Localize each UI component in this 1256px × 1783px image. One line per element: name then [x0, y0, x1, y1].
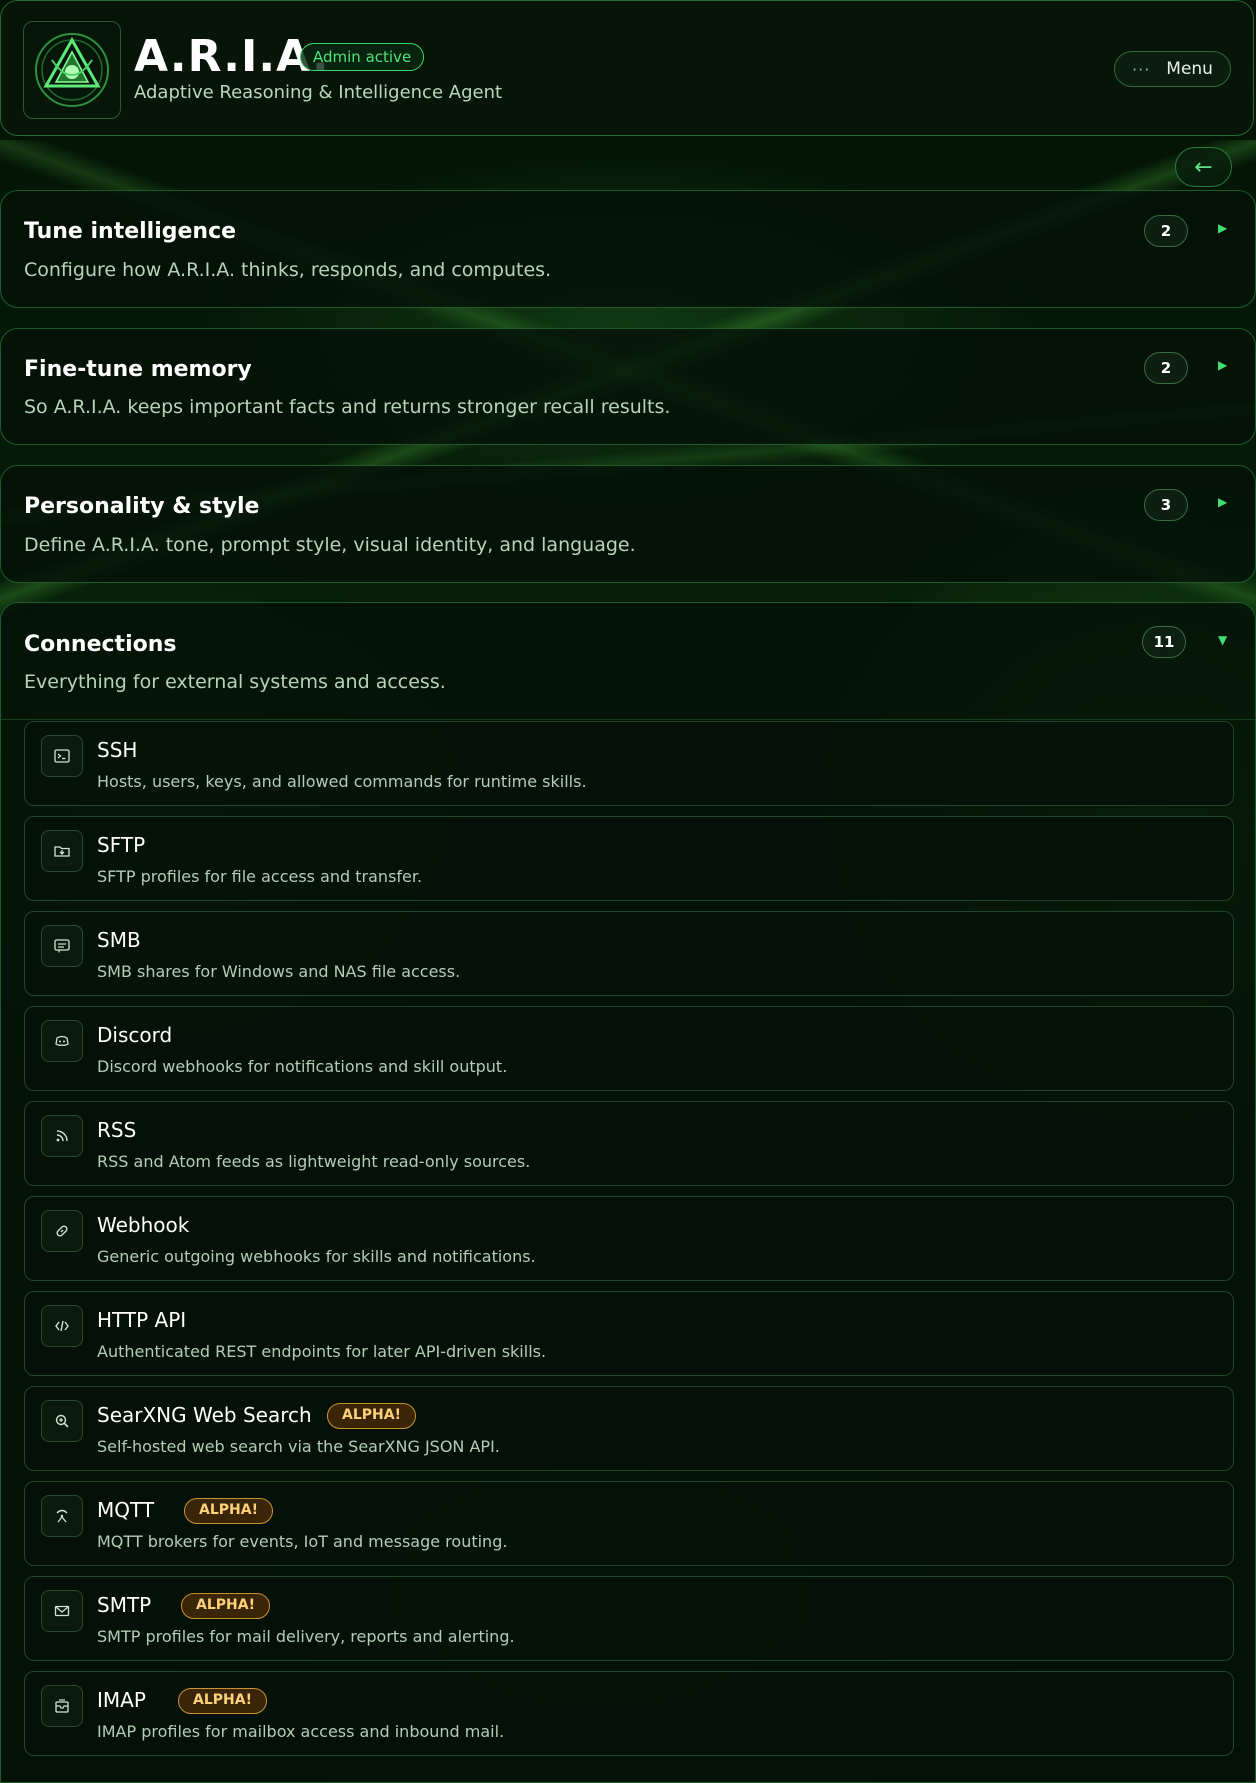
back-button[interactable]: ←: [1175, 147, 1232, 187]
section-description: So A.R.I.A. keeps important facts and re…: [24, 396, 671, 418]
connection-description: SFTP profiles for file access and transf…: [97, 867, 423, 886]
connection-title: RSS: [97, 1118, 137, 1142]
terminal-icon: [41, 735, 83, 777]
connection-title: MQTT: [97, 1498, 155, 1522]
broadcast-icon: [41, 1495, 83, 1537]
connection-title: HTTP API: [97, 1308, 187, 1332]
connection-item-smtp[interactable]: SMTP ALPHA! SMTP profiles for mail deliv…: [24, 1576, 1234, 1661]
section-title: Fine-tune memory: [24, 357, 252, 382]
app-header: A.R.I.A. Admin active Adaptive Reasoning…: [0, 0, 1254, 136]
connection-description: IMAP profiles for mailbox access and inb…: [97, 1722, 505, 1741]
section-title: Tune intelligence: [24, 219, 237, 244]
connection-item-webhook[interactable]: Webhook Generic outgoing webhooks for sk…: [24, 1196, 1234, 1281]
aria-logo: [23, 21, 121, 119]
connection-item-searxng[interactable]: SearXNG Web Search ALPHA! Self-hosted we…: [24, 1386, 1234, 1471]
section-count-badge: 11: [1142, 626, 1186, 658]
share-icon: [41, 925, 83, 967]
menu-label: Menu: [1166, 59, 1213, 79]
connection-title: Discord: [97, 1023, 173, 1047]
divider: [1, 719, 1255, 720]
section-connections: Connections Everything for external syst…: [0, 602, 1256, 1783]
connection-item-imap[interactable]: IMAP ALPHA! IMAP profiles for mailbox ac…: [24, 1671, 1234, 1756]
connection-item-ssh[interactable]: SSH Hosts, users, keys, and allowed comm…: [24, 721, 1234, 806]
code-icon: [41, 1305, 83, 1347]
caret-right-icon[interactable]: ▶: [1218, 221, 1227, 235]
connection-description: Discord webhooks for notifications and s…: [97, 1057, 508, 1076]
alpha-badge: ALPHA!: [181, 1593, 270, 1619]
connection-description: Hosts, users, keys, and allowed commands…: [97, 772, 587, 791]
connection-title: SMTP: [97, 1593, 152, 1617]
section-count-badge: 2: [1144, 215, 1188, 247]
alpha-badge: ALPHA!: [184, 1498, 273, 1524]
more-icon: ···: [1132, 59, 1151, 79]
connection-title: SSH: [97, 738, 138, 762]
section-title: Connections: [24, 632, 177, 657]
connection-title: IMAP: [97, 1688, 146, 1712]
inbox-icon: [41, 1685, 83, 1727]
connection-description: SMB shares for Windows and NAS file acce…: [97, 962, 461, 981]
caret-right-icon[interactable]: ▶: [1218, 358, 1227, 372]
discord-icon: [41, 1020, 83, 1062]
connection-title: SFTP: [97, 833, 146, 857]
section-description: Everything for external systems and acce…: [24, 671, 446, 693]
connection-title: SMB: [97, 928, 141, 952]
connection-item-http-api[interactable]: HTTP API Authenticated REST endpoints fo…: [24, 1291, 1234, 1376]
section-description: Define A.R.I.A. tone, prompt style, visu…: [24, 534, 636, 556]
mail-icon: [41, 1590, 83, 1632]
connection-title: Webhook: [97, 1213, 190, 1237]
folder-icon: [41, 830, 83, 872]
section-count-badge: 2: [1144, 352, 1188, 384]
connection-item-sftp[interactable]: SFTP SFTP profiles for file access and t…: [24, 816, 1234, 901]
caret-right-icon[interactable]: ▶: [1218, 495, 1227, 509]
alpha-badge: ALPHA!: [178, 1688, 267, 1714]
section-title: Personality & style: [24, 494, 260, 519]
section-count-badge: 3: [1144, 489, 1188, 521]
connection-item-discord[interactable]: Discord Discord webhooks for notificatio…: [24, 1006, 1234, 1091]
section-description: Configure how A.R.I.A. thinks, responds,…: [24, 259, 552, 281]
admin-status-badge: Admin active: [300, 43, 425, 71]
connection-description: RSS and Atom feeds as lightweight read-o…: [97, 1152, 531, 1171]
connection-description: Authenticated REST endpoints for later A…: [97, 1342, 547, 1361]
connection-title: SearXNG Web Search: [97, 1403, 312, 1427]
connection-item-mqtt[interactable]: MQTT ALPHA! MQTT brokers for events, IoT…: [24, 1481, 1234, 1566]
connection-item-rss[interactable]: RSS RSS and Atom feeds as lightweight re…: [24, 1101, 1234, 1186]
section-personality-style[interactable]: Personality & style Define A.R.I.A. tone…: [0, 465, 1256, 583]
connection-description: Generic outgoing webhooks for skills and…: [97, 1247, 536, 1266]
link-icon: [41, 1210, 83, 1252]
section-tune-intelligence[interactable]: Tune intelligence Configure how A.R.I.A.…: [0, 190, 1256, 308]
app-subtitle: Adaptive Reasoning & Intelligence Agent: [134, 82, 503, 103]
menu-button[interactable]: ··· Menu: [1114, 51, 1231, 87]
section-fine-tune-memory[interactable]: Fine-tune memory So A.R.I.A. keeps impor…: [0, 328, 1256, 445]
rss-icon: [41, 1115, 83, 1157]
connection-description: SMTP profiles for mail delivery, reports…: [97, 1627, 515, 1646]
connection-description: MQTT brokers for events, IoT and message…: [97, 1532, 508, 1551]
connection-description: Self-hosted web search via the SearXNG J…: [97, 1437, 500, 1456]
alpha-badge: ALPHA!: [327, 1403, 416, 1429]
search-icon: [41, 1400, 83, 1442]
caret-down-icon[interactable]: ▼: [1218, 633, 1227, 647]
connection-item-smb[interactable]: SMB SMB shares for Windows and NAS file …: [24, 911, 1234, 996]
